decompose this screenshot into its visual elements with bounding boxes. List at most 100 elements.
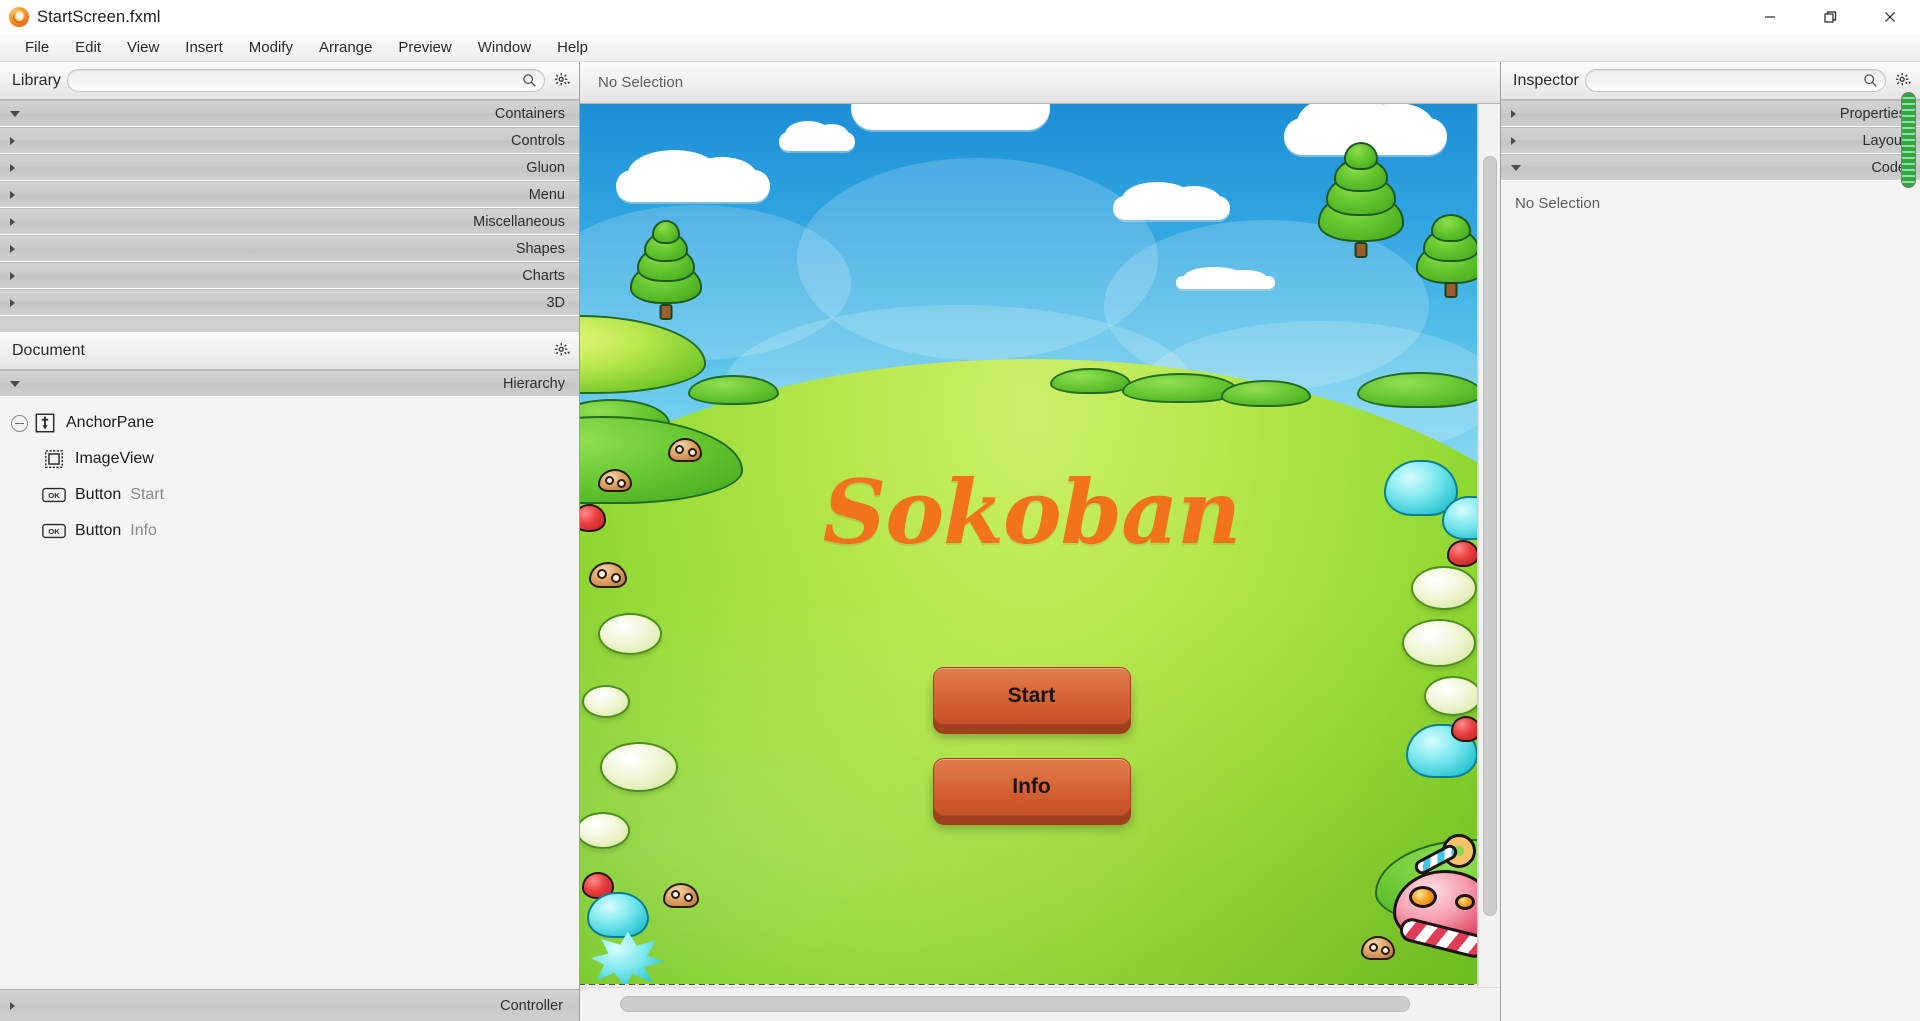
button-ok-icon: OK <box>42 483 66 507</box>
menu-modify[interactable]: Modify <box>236 36 306 59</box>
inspector-section-properties[interactable]: Properties <box>1501 100 1920 127</box>
info-button[interactable]: Info <box>932 757 1131 816</box>
tree-node-sublabel: Start <box>130 486 165 503</box>
menu-help[interactable]: Help <box>544 36 601 59</box>
left-panel: Library Containers Controls Gluon Menu M… <box>0 62 580 1021</box>
library-search-box[interactable] <box>66 69 545 92</box>
window-title: StartScreen.fxml <box>37 7 161 26</box>
inspector-search-box[interactable] <box>1584 69 1886 92</box>
tree-node-label: Button <box>75 486 122 503</box>
canvas-vertical-scroll-thumb[interactable] <box>1483 156 1497 916</box>
library-title: Library <box>12 71 61 89</box>
section-label: Gluon <box>526 159 565 176</box>
cloud <box>616 150 770 202</box>
library-search-input[interactable] <box>79 73 522 88</box>
tree-node-label: AnchorPane <box>66 414 155 431</box>
chevron-down-icon <box>10 110 20 117</box>
hierarchy-tree[interactable]: AnchorPane ImageView OK Button Start OK … <box>0 397 579 989</box>
controller-section-header[interactable]: Controller <box>0 989 579 1021</box>
inspector-section-layout[interactable]: Layout <box>1501 127 1920 154</box>
scene-builder-window: StartScreen.fxml File Edit View Insert M… <box>0 0 1920 1021</box>
section-label: Menu <box>528 186 565 203</box>
chevron-right-icon <box>10 1001 15 1010</box>
restore-icon[interactable] <box>1800 0 1860 34</box>
inspector-search-input[interactable] <box>1597 73 1863 88</box>
library-section-charts[interactable]: Charts <box>0 262 579 289</box>
scenebuilder-icon <box>9 7 29 27</box>
menu-bar: File Edit View Insert Modify Arrange Pre… <box>0 34 1920 62</box>
library-section-containers[interactable]: Containers <box>0 100 579 127</box>
inspector-section-code[interactable]: Code <box>1501 154 1920 181</box>
canvas-header: No Selection <box>580 62 1500 104</box>
canvas-viewport[interactable]: Sokoban Start Info <box>580 104 1478 987</box>
document-gear-icon[interactable] <box>551 340 573 362</box>
controller-label: Controller <box>500 997 563 1014</box>
menu-arrange[interactable]: Arrange <box>306 36 385 59</box>
library-section-menu[interactable]: Menu <box>0 181 579 208</box>
canvas-vertical-scrollbar[interactable] <box>1478 104 1500 987</box>
bush <box>1221 380 1312 407</box>
document-header: Document <box>0 332 579 370</box>
menu-view[interactable]: View <box>114 36 172 59</box>
library-section-3d[interactable]: 3D <box>0 289 579 316</box>
tree-node-sublabel: Info <box>130 522 157 539</box>
crystal <box>587 891 650 938</box>
title-bar: StartScreen.fxml <box>0 0 1920 34</box>
inspector-panel: Inspector Properties Layout Code No Sele… <box>1500 62 1920 1021</box>
hierarchy-section-header[interactable]: Hierarchy <box>0 370 579 397</box>
chevron-right-icon <box>10 217 15 226</box>
menu-insert[interactable]: Insert <box>172 36 236 59</box>
library-section-gluon[interactable]: Gluon <box>0 154 579 181</box>
stone <box>1424 676 1477 716</box>
tree-row-button-info[interactable]: OK Button Info <box>0 513 579 549</box>
cloud <box>778 120 856 151</box>
inspector-gear-icon[interactable] <box>1892 70 1914 92</box>
button-ok-icon: OK <box>42 519 66 543</box>
library-section-miscellaneous[interactable]: Miscellaneous <box>0 208 579 235</box>
tree-row-button-start[interactable]: OK Button Start <box>0 477 579 513</box>
document-title: Document <box>12 341 85 359</box>
menu-window[interactable]: Window <box>465 36 544 59</box>
hierarchy-label: Hierarchy <box>502 375 565 392</box>
library-section-controls[interactable]: Controls <box>0 127 579 154</box>
chevron-right-icon <box>10 298 15 307</box>
library-gear-icon[interactable] <box>551 70 573 92</box>
canvas-horizontal-scroll-thumb[interactable] <box>620 996 1410 1012</box>
section-label: Containers <box>494 105 565 122</box>
library-section-shapes[interactable]: Shapes <box>0 235 579 262</box>
tree-row-imageview[interactable]: ImageView <box>0 441 579 477</box>
bush <box>688 375 779 405</box>
berry <box>1451 715 1477 742</box>
cloud <box>1175 267 1276 289</box>
menu-preview[interactable]: Preview <box>385 36 464 59</box>
fxml-stage-anchorpane[interactable]: Sokoban Start Info <box>580 104 1477 985</box>
inspector-overlay-scrollbar[interactable] <box>1901 92 1916 188</box>
close-icon[interactable] <box>1860 0 1920 34</box>
inspector-content: No Selection <box>1501 181 1920 1021</box>
section-label: Layout <box>1862 132 1906 149</box>
start-button[interactable]: Start <box>932 667 1131 726</box>
minimize-icon[interactable] <box>1740 0 1800 34</box>
canvas-selection-label: No Selection <box>598 74 684 91</box>
inspector-title: Inspector <box>1513 71 1579 89</box>
canvas-horizontal-scrollbar[interactable] <box>580 987 1500 1021</box>
search-icon[interactable] <box>522 73 537 88</box>
imageview-icon <box>42 447 66 471</box>
section-label: Shapes <box>515 240 565 257</box>
inspector-no-selection-label: No Selection <box>1515 195 1601 212</box>
tree-node-label: Button <box>75 522 122 539</box>
collapse-icon[interactable] <box>8 412 30 434</box>
stone <box>1410 566 1477 610</box>
anchorpane-icon <box>33 411 57 435</box>
menu-edit[interactable]: Edit <box>62 36 114 59</box>
menu-file[interactable]: File <box>12 36 62 59</box>
canvas-area: Sokoban Start Info <box>580 104 1500 987</box>
chevron-right-icon <box>10 244 15 253</box>
tree-row-anchorpane[interactable]: AnchorPane <box>0 405 579 441</box>
chevron-right-icon <box>10 163 15 172</box>
library-header: Library <box>0 62 579 100</box>
search-icon[interactable] <box>1863 73 1878 88</box>
chevron-right-icon <box>10 136 15 145</box>
document-panel: Document Hierarchy AnchorPane ImageView … <box>0 332 579 1021</box>
section-label: Properties <box>1839 105 1906 122</box>
